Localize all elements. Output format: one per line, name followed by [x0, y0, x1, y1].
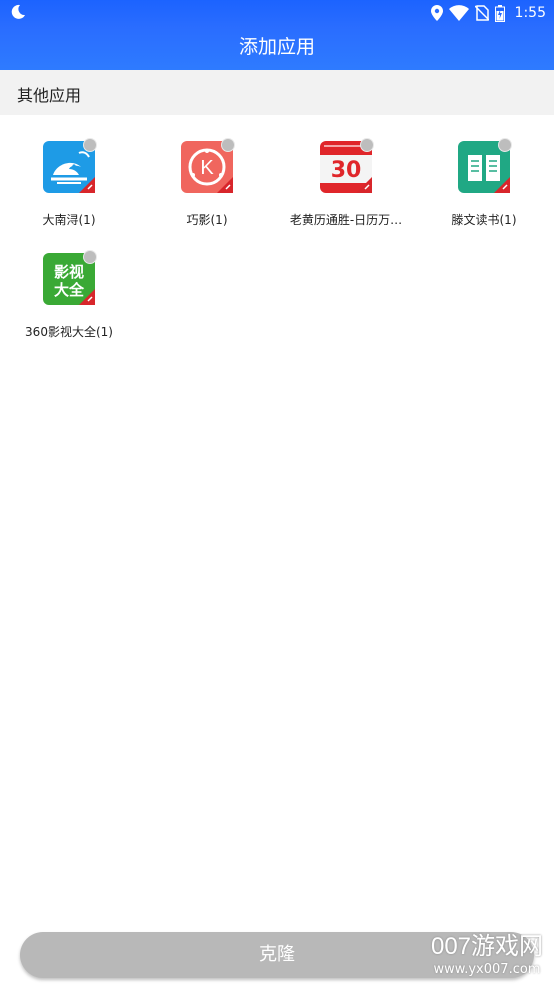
- app-item-kinemaster[interactable]: K 巧影(1): [138, 115, 276, 227]
- svg-text:K: K: [200, 157, 214, 179]
- location-icon: [430, 5, 443, 21]
- clone-corner-icon: [79, 177, 95, 193]
- no-sim-icon: [474, 5, 489, 21]
- selection-circle-icon: [221, 138, 235, 152]
- app-label: 大南浔(1): [42, 213, 96, 227]
- status-time: 1:55: [514, 5, 546, 21]
- section-header: 其他应用: [0, 70, 554, 115]
- app-item-calendar[interactable]: 30 老黄历通胜-日历万…: [277, 115, 415, 227]
- clone-corner-icon: [356, 177, 372, 193]
- app-label: 滕文读书(1): [451, 213, 517, 227]
- app-label: 360影视大全(1): [25, 325, 113, 339]
- watermark: 007游戏网 www.yx007.com: [422, 933, 552, 983]
- watermark-big: 007游戏网: [430, 933, 544, 960]
- svg-text:影视: 影视: [54, 263, 84, 281]
- app-label: 老黄历通胜-日历万…: [289, 213, 403, 227]
- app-item-video[interactable]: 影视 大全 360影视大全(1): [0, 227, 138, 339]
- page-title: 添加应用: [238, 36, 315, 58]
- watermark-small: www.yx007.com: [433, 962, 541, 977]
- selection-circle-icon: [83, 250, 97, 264]
- wifi-icon: [448, 5, 469, 21]
- clone-corner-icon: [79, 289, 95, 305]
- section-title: 其他应用: [17, 86, 82, 105]
- battery-icon: [494, 4, 505, 22]
- status-bar: 1:55: [0, 0, 554, 26]
- selection-circle-icon: [498, 138, 512, 152]
- clone-corner-icon: [494, 177, 510, 193]
- selection-circle-icon: [83, 138, 97, 152]
- clone-corner-icon: [217, 177, 233, 193]
- app-item-da-nan-xun[interactable]: 大南浔(1): [0, 115, 138, 227]
- app-item-book[interactable]: 滕文读书(1): [415, 115, 553, 227]
- moon-icon: [11, 4, 25, 19]
- app-header: 1:55 添加应用: [0, 0, 554, 70]
- selection-circle-icon: [360, 138, 374, 152]
- app-label: 巧影(1): [186, 213, 228, 227]
